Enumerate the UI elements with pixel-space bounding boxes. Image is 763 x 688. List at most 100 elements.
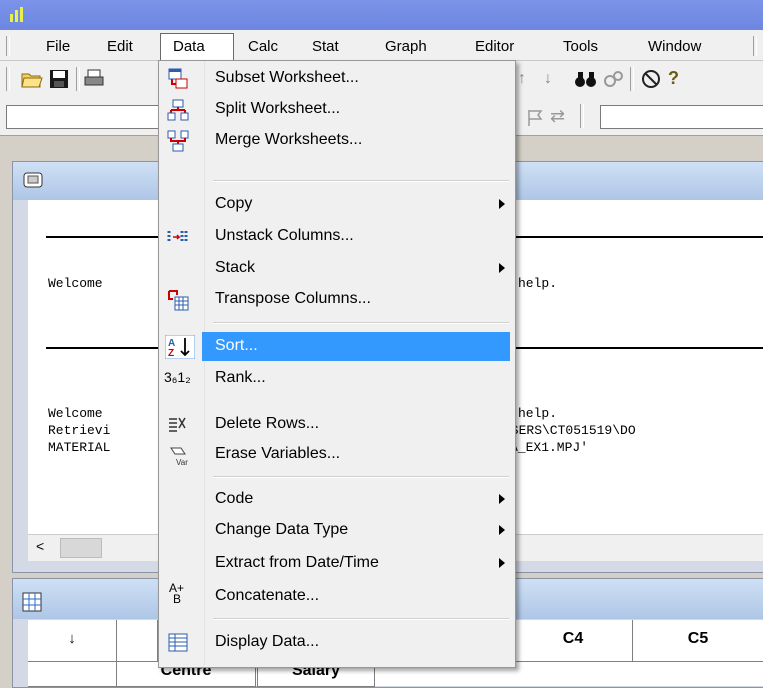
menu-item-transpose-columns[interactable]: Transpose Columns... xyxy=(159,285,513,314)
submenu-arrow-icon xyxy=(499,263,505,273)
menu-separator xyxy=(213,180,509,182)
display-data-icon xyxy=(168,633,188,652)
menu-item-erase-variables[interactable]: Var Erase Variables... xyxy=(159,440,513,469)
minitab-app-icon[interactable] xyxy=(8,6,26,24)
save-icon[interactable] xyxy=(48,68,70,90)
menu-item-label: Rank... xyxy=(215,369,266,386)
menu-item-label: Extract from Date/Time xyxy=(215,554,379,571)
concatenate-icon: A+ B xyxy=(169,582,191,606)
session-text: USERS\CT051519\DO xyxy=(503,423,636,438)
session-text: A_EX1.MPJ' xyxy=(510,440,589,455)
submenu-arrow-icon xyxy=(499,199,505,209)
split-worksheet-icon xyxy=(167,99,189,121)
svg-text:Var: Var xyxy=(176,458,188,466)
menu-separator xyxy=(213,476,509,478)
menu-tools[interactable]: Tools xyxy=(563,38,598,55)
move-down-icon[interactable]: ↓ xyxy=(544,70,552,88)
menu-separator xyxy=(213,618,509,620)
replace-icon[interactable] xyxy=(602,68,624,90)
menu-stat[interactable]: Stat xyxy=(312,38,339,55)
session-text: MATERIAL xyxy=(48,440,111,455)
row-name-header xyxy=(28,662,117,687)
menu-edit[interactable]: Edit xyxy=(107,38,133,55)
erase-variables-icon: Var xyxy=(170,447,188,466)
rank-icon: 3₆1₂ xyxy=(164,369,191,385)
menu-item-label: Code xyxy=(215,490,254,507)
menu-file[interactable]: File xyxy=(46,38,70,55)
svg-text:Z: Z xyxy=(168,348,174,359)
submenu-arrow-icon xyxy=(499,558,505,568)
command-input[interactable] xyxy=(6,105,160,129)
menu-item-label: Stack xyxy=(215,259,256,276)
toolbar-grip xyxy=(6,67,10,91)
menu-item-split-worksheet[interactable]: Split Worksheet... xyxy=(159,95,513,124)
move-up-icon[interactable]: ↑ xyxy=(518,70,526,88)
concat-icon-bottom: B xyxy=(173,592,182,606)
menu-item-label: Unstack Columns... xyxy=(215,227,354,244)
worksheet-window-icon[interactable] xyxy=(22,592,42,612)
title-bar xyxy=(0,0,763,30)
row-header-corner[interactable]: ↓ xyxy=(28,620,117,662)
menu-item-label: Split Worksheet... xyxy=(215,100,341,117)
menu-calc[interactable]: Calc xyxy=(248,38,278,55)
submenu-arrow-icon xyxy=(499,494,505,504)
menu-editor[interactable]: Editor xyxy=(475,38,514,55)
scroll-left-arrow-icon[interactable]: < xyxy=(36,538,44,554)
session-text: Retrievi xyxy=(48,423,111,438)
menu-item-label: Concatenate... xyxy=(215,587,320,604)
find-binoculars-icon[interactable] xyxy=(574,68,598,90)
menu-item-delete-rows[interactable]: Delete Rows... xyxy=(159,410,513,439)
menu-item-rank[interactable]: 3₆1₂ Rank... xyxy=(159,364,513,393)
toolbar-separator xyxy=(76,67,80,91)
unstack-columns-icon xyxy=(167,231,188,243)
column-header-c5[interactable]: C5 xyxy=(633,620,763,662)
cancel-command-icon[interactable] xyxy=(640,68,662,90)
session-rule xyxy=(514,347,763,349)
menubar-grip xyxy=(6,36,10,56)
session-rule xyxy=(46,236,158,238)
scrollbar-thumb[interactable] xyxy=(60,538,102,558)
help-icon[interactable]: ? xyxy=(668,68,679,89)
delete-rows-icon xyxy=(169,417,186,432)
column-header[interactable] xyxy=(117,620,158,662)
menu-item-display-data[interactable]: Display Data... xyxy=(159,628,513,657)
open-folder-icon[interactable] xyxy=(20,68,44,90)
menu-item-sort[interactable]: A Z Sort... xyxy=(159,332,513,361)
menu-item-code[interactable]: Code xyxy=(159,485,513,514)
menu-item-stack[interactable]: Stack xyxy=(159,254,513,283)
session-text: help. xyxy=(518,276,558,291)
menu-item-extract-from-date-time[interactable]: Extract from Date/Time xyxy=(159,549,513,578)
menu-item-label: Display Data... xyxy=(215,633,320,650)
menu-item-subset-worksheet[interactable]: Subset Worksheet... xyxy=(159,64,513,93)
menu-data[interactable]: Data xyxy=(173,38,205,55)
menu-window[interactable]: Window xyxy=(648,38,701,55)
menu-item-label: Subset Worksheet... xyxy=(215,69,359,86)
session-rule xyxy=(46,347,158,349)
menu-item-merge-worksheets[interactable]: Merge Worksheets... xyxy=(159,126,513,155)
session-window-icon[interactable] xyxy=(22,170,44,190)
menubar-separator xyxy=(753,36,757,56)
menu-item-concatenate[interactable]: A+ B Concatenate... xyxy=(159,582,513,611)
column-selector-input[interactable] xyxy=(600,105,763,129)
menu-item-label: Merge Worksheets... xyxy=(215,131,363,148)
sort-icon: A Z xyxy=(165,335,195,359)
swap-icon[interactable]: ⇄ xyxy=(550,106,565,127)
menu-item-label: Change Data Type xyxy=(215,521,349,538)
menu-item-copy[interactable]: Copy xyxy=(159,190,513,219)
menu-item-change-data-type[interactable]: Change Data Type xyxy=(159,516,513,545)
menu-item-unstack-columns[interactable]: Unstack Columns... xyxy=(159,222,513,251)
flag-icon[interactable] xyxy=(526,108,546,128)
session-text: Welcome xyxy=(48,406,103,421)
data-direction-arrow[interactable]: ↓ xyxy=(68,630,76,647)
menu-separator xyxy=(213,322,509,324)
session-rule xyxy=(514,236,763,238)
menu-item-label: Transpose Columns... xyxy=(215,290,371,307)
submenu-arrow-icon xyxy=(499,525,505,535)
column-header-label: C4 xyxy=(562,630,584,647)
menu-graph[interactable]: Graph xyxy=(385,38,427,55)
toolbar-separator-2 xyxy=(630,67,634,91)
print-icon[interactable] xyxy=(84,68,104,90)
menu-item-label: Erase Variables... xyxy=(215,445,341,462)
menu-item-label: Delete Rows... xyxy=(215,415,320,432)
column-header-c4[interactable]: C4 xyxy=(514,620,633,662)
